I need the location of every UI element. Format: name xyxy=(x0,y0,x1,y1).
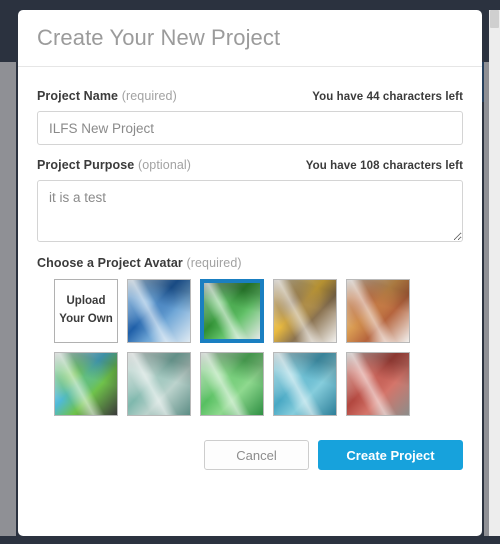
modal-body: Project Name (required) You have 44 char… xyxy=(18,67,482,416)
avatar-grid: Upload Your Own xyxy=(54,279,463,416)
upload-your-own-line1: Upload xyxy=(66,295,106,308)
avatar-cyan-ribbon-highlight xyxy=(55,353,117,415)
avatar-gold-chrome-highlight xyxy=(274,280,336,342)
overlay-left-strip xyxy=(0,62,16,536)
avatar-teal-glass[interactable] xyxy=(127,352,191,416)
page-title: Create Your New Project xyxy=(37,25,281,50)
avatar-blue-swirl-highlight xyxy=(128,280,190,342)
avatar-amber-glass-highlight xyxy=(347,280,409,342)
avatar-green-stone[interactable] xyxy=(200,352,264,416)
modal-footer: Cancel Create Project xyxy=(18,416,482,470)
project-name-label: Project Name (required) xyxy=(37,89,177,103)
project-purpose-label-text: Project Purpose xyxy=(37,158,135,172)
project-name-input[interactable] xyxy=(37,111,463,145)
avatar-teal-glass-highlight xyxy=(128,353,190,415)
create-project-modal: Create Your New Project Project Name (re… xyxy=(18,10,482,536)
project-name-field-header: Project Name (required) You have 44 char… xyxy=(37,89,463,103)
choose-avatar-label: Choose a Project Avatar (required) xyxy=(37,256,463,270)
choose-avatar-qualifier: (required) xyxy=(186,256,242,270)
create-project-button[interactable]: Create Project xyxy=(318,440,463,470)
scrollbar-thumb[interactable] xyxy=(490,10,499,28)
vertical-scrollbar[interactable] xyxy=(489,10,500,536)
cancel-button[interactable]: Cancel xyxy=(204,440,309,470)
project-purpose-label: Project Purpose (optional) xyxy=(37,158,191,172)
avatar-gold-chrome[interactable] xyxy=(273,279,337,343)
project-name-qualifier: (required) xyxy=(121,89,177,103)
avatar-blue-bubbles[interactable] xyxy=(273,352,337,416)
avatar-red-ribbon[interactable] xyxy=(346,352,410,416)
avatar-blue-swirl[interactable] xyxy=(127,279,191,343)
project-name-char-count: You have 44 characters left xyxy=(312,91,463,103)
upload-your-own-line2: Your Own xyxy=(59,313,113,325)
modal-header: Create Your New Project xyxy=(18,10,482,67)
avatar-blue-bubbles-highlight xyxy=(274,353,336,415)
avatar-red-ribbon-highlight xyxy=(347,353,409,415)
avatar-green-circuit-highlight xyxy=(204,283,260,339)
avatar-amber-glass[interactable] xyxy=(346,279,410,343)
project-purpose-char-count: You have 108 characters left xyxy=(305,160,463,172)
avatar-cyan-ribbon[interactable] xyxy=(54,352,118,416)
project-purpose-qualifier: (optional) xyxy=(137,158,192,172)
project-purpose-field-header: Project Purpose (optional) You have 108 … xyxy=(37,158,463,172)
avatar-green-circuit[interactable] xyxy=(200,279,264,343)
avatar-green-stone-highlight xyxy=(201,353,263,415)
choose-avatar-label-text: Choose a Project Avatar xyxy=(37,256,183,270)
avatar-upload-your-own[interactable]: Upload Your Own xyxy=(54,279,118,343)
project-name-label-text: Project Name xyxy=(37,89,119,103)
project-purpose-textarea[interactable]: it is a test xyxy=(37,180,463,242)
